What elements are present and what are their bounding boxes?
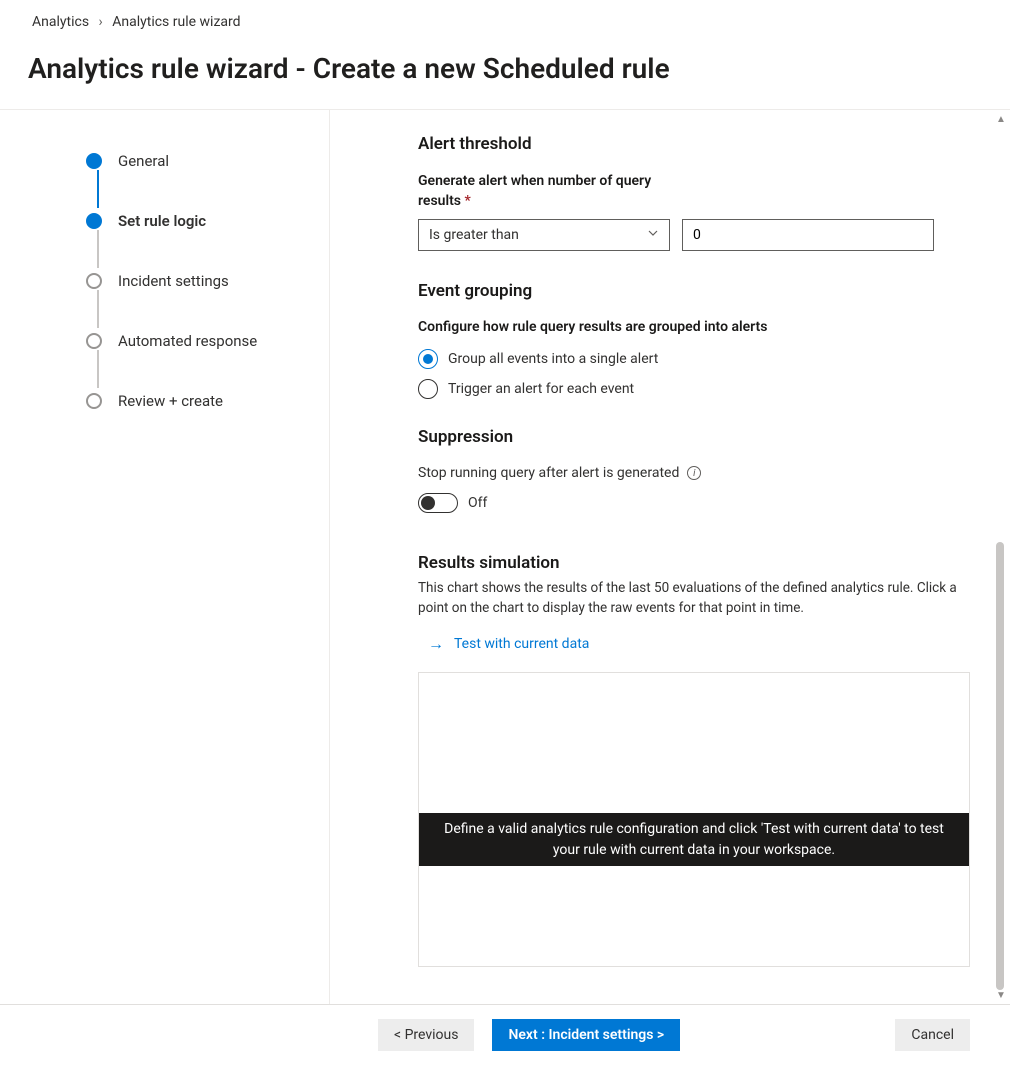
threshold-value-input[interactable]	[693, 227, 923, 243]
results-simulation-description: This chart shows the results of the last…	[418, 579, 970, 618]
cancel-button[interactable]: Cancel	[895, 1019, 970, 1051]
radio-group-single-alert[interactable]: Group all events into a single alert	[418, 349, 970, 369]
section-results-simulation: Results simulation	[418, 553, 970, 573]
breadcrumb-current: Analytics rule wizard	[112, 14, 240, 30]
threshold-value-input-wrapper	[682, 219, 934, 251]
breadcrumb: Analytics › Analytics rule wizard	[0, 0, 1010, 40]
scroll-down-arrow-icon[interactable]: ▼	[996, 990, 1006, 1000]
toggle-knob-icon	[421, 496, 435, 510]
step-connector-line	[97, 170, 99, 208]
arrow-right-icon: →	[428, 634, 444, 654]
step-dot-icon	[86, 333, 102, 349]
wizard-steps: General Set rule logic Incident settings…	[86, 150, 309, 412]
radio-label: Trigger an alert for each event	[448, 381, 634, 397]
next-button[interactable]: Next : Incident settings >	[492, 1019, 680, 1051]
scrollbar[interactable]: ▲ ▼	[996, 114, 1006, 1000]
step-automated-response[interactable]: Automated response	[86, 330, 309, 352]
page-title: Analytics rule wizard - Create a new Sch…	[0, 40, 1010, 109]
radio-trigger-each-event[interactable]: Trigger an alert for each event	[418, 379, 970, 399]
link-text: Test with current data	[454, 636, 589, 652]
section-alert-threshold: Alert threshold	[418, 134, 970, 154]
breadcrumb-separator-icon: ›	[99, 14, 103, 30]
step-label: Set rule logic	[118, 212, 206, 230]
section-suppression: Suppression	[418, 427, 970, 447]
radio-label: Group all events into a single alert	[448, 351, 658, 367]
step-label: Incident settings	[118, 272, 229, 290]
step-label: General	[118, 152, 169, 170]
step-connector-line	[97, 230, 99, 268]
step-connector-line	[97, 290, 99, 328]
step-label: Review + create	[118, 392, 223, 410]
alert-threshold-label: Generate alert when number of query resu…	[418, 172, 970, 211]
results-chart-placeholder: Define a valid analytics rule configurat…	[418, 672, 970, 967]
label-text: results	[418, 193, 461, 209]
step-connector-line	[97, 350, 99, 388]
radio-icon	[418, 349, 438, 369]
step-dot-icon	[86, 273, 102, 289]
suppression-toggle[interactable]	[418, 493, 458, 513]
step-review-create[interactable]: Review + create	[86, 390, 309, 412]
step-incident-settings[interactable]: Incident settings	[86, 270, 309, 292]
chevron-down-icon	[647, 227, 659, 243]
threshold-operator-select[interactable]: Is greater than	[418, 219, 670, 251]
scroll-up-arrow-icon[interactable]: ▲	[996, 114, 1006, 124]
step-set-rule-logic[interactable]: Set rule logic	[86, 210, 309, 232]
step-general[interactable]: General	[86, 150, 309, 172]
event-grouping-sublabel: Configure how rule query results are gro…	[418, 319, 970, 335]
breadcrumb-root[interactable]: Analytics	[32, 14, 89, 30]
step-label: Automated response	[118, 332, 257, 350]
required-asterisk-icon: *	[464, 193, 470, 209]
scroll-thumb[interactable]	[996, 542, 1004, 990]
radio-icon	[418, 379, 438, 399]
previous-button[interactable]: < Previous	[378, 1019, 474, 1051]
info-icon[interactable]: i	[687, 466, 701, 480]
step-dot-icon	[86, 213, 102, 229]
step-dot-icon	[86, 153, 102, 169]
section-event-grouping: Event grouping	[418, 281, 970, 301]
suppression-label: Stop running query after alert is genera…	[418, 465, 679, 481]
label-text: Generate alert when number of query	[418, 173, 651, 189]
step-dot-icon	[86, 393, 102, 409]
toggle-state-text: Off	[468, 495, 487, 511]
select-value: Is greater than	[429, 227, 519, 243]
chart-empty-message: Define a valid analytics rule configurat…	[419, 813, 969, 866]
test-with-current-data-link[interactable]: → Test with current data	[418, 632, 970, 672]
